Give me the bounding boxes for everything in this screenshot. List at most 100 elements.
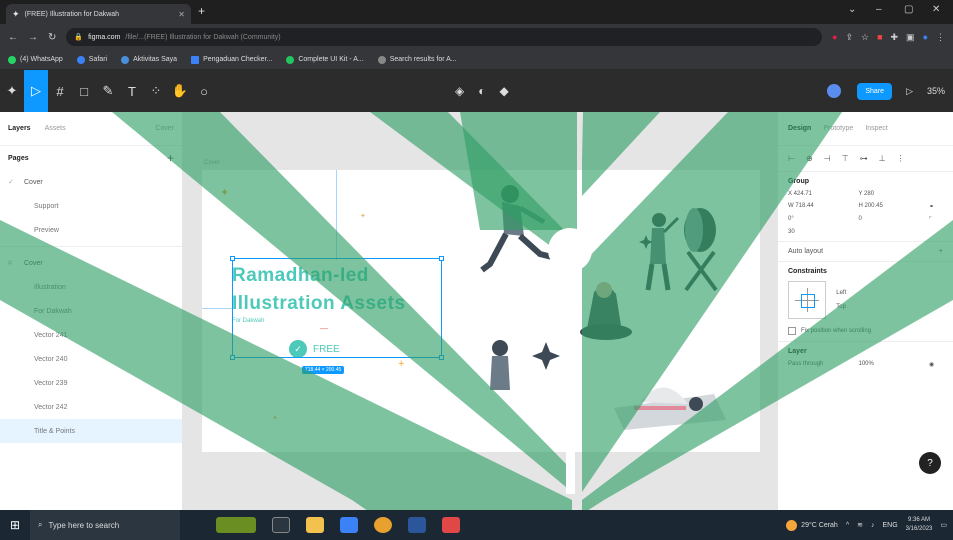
tab-prototype[interactable]: Prototype [823,125,853,132]
bookmark-item[interactable]: Complete UI Kit - A... [286,55,364,64]
forward-icon[interactable]: → [28,32,38,43]
mail-icon[interactable] [340,517,358,533]
windows-start-icon[interactable]: ⊞ [0,510,30,540]
word-icon[interactable] [408,517,426,533]
w-field[interactable]: W 718.44 [788,203,851,210]
present-icon[interactable]: ▷ [906,86,913,97]
add-page-icon[interactable]: + [167,151,174,165]
x-field[interactable]: X 424.71 [788,191,851,197]
star-icon[interactable]: ☆ [861,32,869,43]
component-icon[interactable]: ◈ [455,84,464,98]
url-input[interactable]: 🔒 figma.com /file/...(FREE) Illustration… [66,28,822,46]
selection-box[interactable] [230,256,444,360]
layer-item-selected[interactable]: Title & Points [0,419,182,443]
clip-field[interactable]: 30 [788,229,851,235]
text-tool-icon[interactable]: T [120,70,144,112]
move-tool-icon[interactable]: ▷ [24,70,48,112]
taskbar-search[interactable]: ⌕ Type here to search [30,510,180,540]
share-page-icon[interactable]: ⇪ [845,32,853,43]
y-field[interactable]: Y 280 [859,191,922,197]
profile-icon[interactable]: ● [923,32,928,42]
radius-field[interactable]: 0 [859,216,922,223]
extension-icon[interactable]: ■ [877,32,882,42]
bookmark-item[interactable]: Safari [76,55,107,64]
browser-tab[interactable]: ✦ (FREE) Illustration for Dakwah ✕ [6,4,191,24]
align-middle-icon[interactable]: ⊶ [860,154,868,163]
volume-icon[interactable]: ♪ [871,522,875,529]
extension-icon[interactable]: ● [832,32,837,42]
resize-handle[interactable] [439,256,444,261]
align-left-icon[interactable]: ⊢ [788,154,795,163]
layer-item[interactable]: Vector 239 [0,371,182,395]
eye-icon[interactable]: ◉ [929,361,943,368]
network-icon[interactable]: ≋ [857,521,863,529]
maximize-icon[interactable]: ▢ [904,4,913,15]
mask-icon[interactable]: ◐ [478,84,485,98]
help-button[interactable]: ? [919,452,941,474]
tab-inspect[interactable]: Inspect [865,125,888,132]
frame-layer[interactable]: # Cover [0,251,182,275]
page-item[interactable]: Support [0,194,182,218]
tab-assets[interactable]: Assets [45,125,66,132]
shape-tool-icon[interactable]: □ [72,70,96,112]
resources-icon[interactable]: ⁘ [144,70,168,112]
align-bottom-icon[interactable]: ⊥ [879,154,886,163]
page-selector[interactable]: Cover [155,125,174,132]
dakwah-illustration[interactable] [464,172,764,452]
bookmark-item[interactable]: (4) WhatsApp [8,55,63,64]
frame-label[interactable]: Cover [204,160,220,166]
chevron-down-icon[interactable]: ⌄ [848,4,856,15]
reload-icon[interactable]: ↻ [48,32,56,43]
frame-tool-icon[interactable]: # [48,70,72,112]
bookmark-item[interactable]: Search results for A... [377,55,457,64]
constraint-widget[interactable] [788,281,826,319]
page-item[interactable]: Preview [0,218,182,242]
resize-handle[interactable] [230,256,235,261]
constrain-proportions-icon[interactable]: ⚭ [929,203,943,210]
avatar[interactable] [825,82,844,100]
figma-menu-icon[interactable]: ✦ [0,70,24,112]
widgets-icon[interactable] [216,517,256,533]
blend-mode-select[interactable]: Pass through [788,361,851,368]
puzzle-icon[interactable]: ✚ [891,32,899,43]
align-right-icon[interactable]: ⊣ [824,154,831,163]
close-tab-icon[interactable]: ✕ [178,10,185,19]
rotation-field[interactable]: 0° [788,216,851,223]
close-window-icon[interactable]: ✕ [932,4,940,15]
zoom-level[interactable]: 35% [927,86,945,96]
comment-tool-icon[interactable]: ○ [192,70,216,112]
clock[interactable]: 9:36 AM 3/16/2023 [906,516,933,534]
language-indicator[interactable]: ENG [883,522,898,529]
align-top-icon[interactable]: ⊤ [842,154,849,163]
resize-handle[interactable] [439,355,444,360]
corner-icon[interactable]: ⌜ [929,216,943,223]
align-center-h-icon[interactable]: ⊕ [806,154,813,163]
add-auto-layout-icon[interactable]: + [939,248,943,255]
share-button[interactable]: Share [857,82,893,100]
chrome-icon[interactable] [374,517,392,533]
distribute-icon[interactable]: ⋮ [897,154,905,163]
page-item[interactable]: ✓ Cover [0,170,182,194]
tab-design[interactable]: Design [788,125,811,132]
new-tab-icon[interactable]: + [198,4,205,18]
layer-item[interactable]: Vector 240 [0,347,182,371]
layer-item[interactable]: Illustration [0,275,182,299]
figma-app-icon[interactable] [442,517,460,533]
layer-item[interactable]: For Dakwah [0,299,182,323]
hand-tool-icon[interactable]: ✋ [168,70,192,112]
layer-item[interactable]: Vector 242 [0,395,182,419]
minimize-icon[interactable]: – [876,4,882,15]
kebab-menu-icon[interactable]: ⋮ [936,32,945,43]
layer-item[interactable]: Vector 241 [0,323,182,347]
horizontal-constraint[interactable]: Left [836,286,846,300]
chevron-up-icon[interactable]: ^ [846,522,849,529]
bookmark-item[interactable]: Pengaduan Checker... [191,55,272,64]
canvas[interactable]: Cover ✦ ✦ + — ✦ Ramadhan-Ied Illustratio… [184,112,776,510]
opacity-field[interactable]: 100% [859,361,922,368]
file-explorer-icon[interactable] [306,517,324,533]
resize-handle[interactable] [230,355,235,360]
back-icon[interactable]: ← [8,32,18,43]
sidebar-icon[interactable]: ▣ [906,32,915,43]
notification-icon[interactable]: ▭ [940,521,947,529]
task-view-icon[interactable] [272,517,290,533]
